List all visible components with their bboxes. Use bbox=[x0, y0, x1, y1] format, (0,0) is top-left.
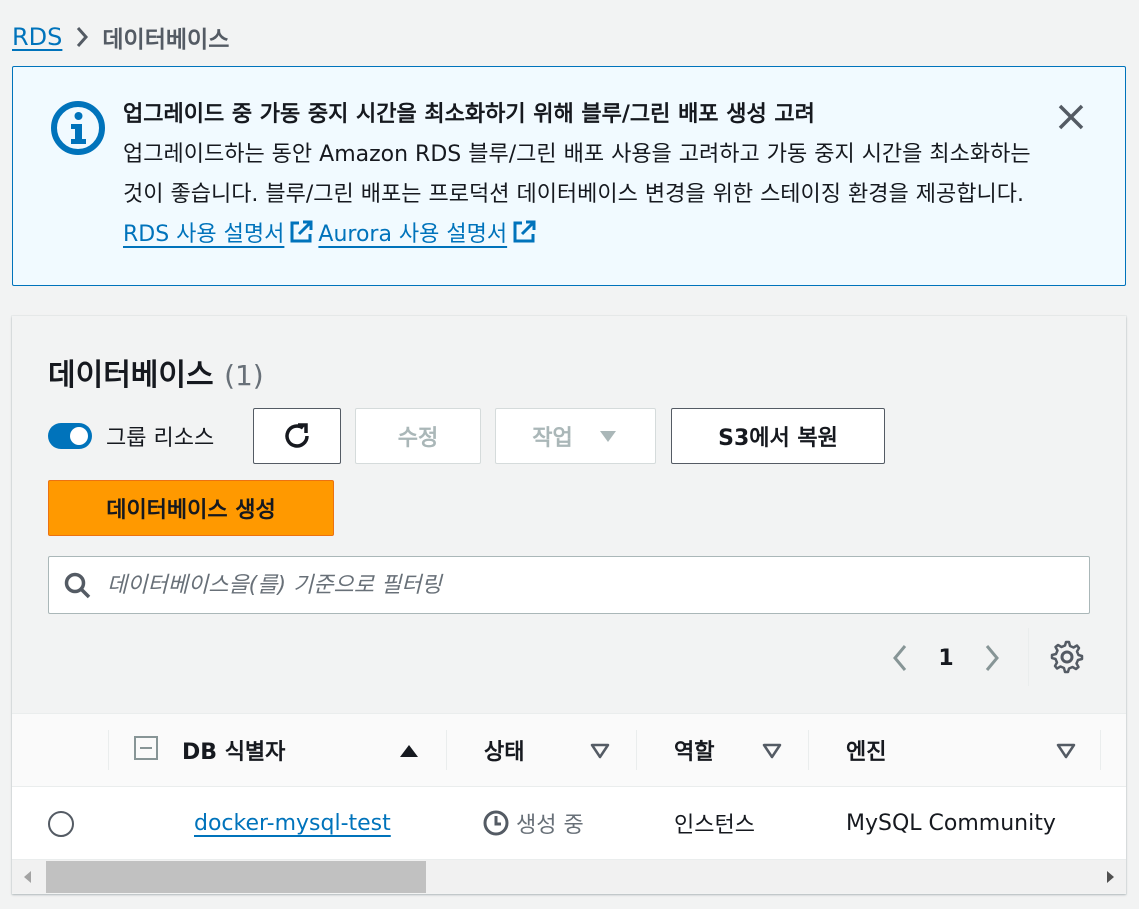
column-divider bbox=[636, 730, 637, 770]
create-database-label: 데이터베이스 생성 bbox=[106, 498, 276, 523]
column-divider bbox=[446, 730, 447, 770]
panel-title: 데이터베이스 (1) bbox=[48, 350, 264, 394]
next-page-button[interactable] bbox=[974, 638, 1010, 678]
aurora-user-guide-link[interactable]: Aurora 사용 설명서 bbox=[318, 222, 507, 247]
pagination: 1 bbox=[882, 638, 1010, 678]
table-header: DB 식별자 상태 역할 엔진 bbox=[12, 713, 1126, 787]
sort-ascending-icon[interactable] bbox=[398, 740, 420, 762]
refresh-button[interactable] bbox=[253, 408, 341, 464]
db-identifier-link[interactable]: docker-mysql-test bbox=[194, 811, 391, 836]
external-link-icon bbox=[513, 220, 536, 243]
column-divider bbox=[108, 730, 109, 770]
scroll-left-icon[interactable] bbox=[20, 868, 36, 886]
status-text: 생성 중 bbox=[516, 813, 584, 838]
filter-input[interactable] bbox=[107, 557, 1067, 613]
sort-icon[interactable] bbox=[1055, 740, 1077, 762]
toolbar: 그룹 리소스 수정 작업 S3에서 복원 bbox=[48, 408, 885, 464]
actions-dropdown[interactable]: 작업 bbox=[495, 408, 656, 464]
actions-label: 작업 bbox=[532, 426, 573, 451]
info-alert: 업그레이드 중 가동 중지 시간을 최소화하기 위해 블루/그린 배포 생성 고… bbox=[12, 66, 1126, 286]
status-cell: 생성 중 bbox=[482, 787, 584, 859]
column-divider bbox=[1100, 730, 1101, 770]
close-icon[interactable] bbox=[1055, 101, 1087, 133]
panel-title-text: 데이터베이스 bbox=[48, 358, 214, 393]
edit-button-label: 수정 bbox=[397, 426, 439, 451]
previous-page-button[interactable] bbox=[882, 638, 918, 678]
pending-clock-icon bbox=[483, 810, 509, 836]
horizontal-scrollbar[interactable] bbox=[12, 859, 1126, 893]
chevron-right-icon bbox=[62, 22, 102, 52]
column-divider bbox=[808, 730, 809, 770]
info-icon bbox=[51, 101, 105, 155]
alert-body-text: 업그레이드하는 동안 Amazon RDS 블루/그린 배포 사용을 고려하고 … bbox=[123, 142, 1031, 207]
breadcrumb-rds-link[interactable]: RDS bbox=[12, 23, 62, 51]
gear-icon[interactable] bbox=[1050, 640, 1084, 674]
rds-user-guide-link[interactable]: RDS 사용 설명서 bbox=[123, 222, 284, 247]
row-select-radio[interactable] bbox=[48, 811, 74, 837]
group-resources-toggle[interactable] bbox=[48, 423, 92, 449]
chevron-right-icon bbox=[985, 645, 999, 671]
column-role[interactable]: 역할 bbox=[674, 714, 714, 786]
databases-panel: 데이터베이스 (1) 그룹 리소스 수정 작업 S3에서 복원 데이터베이스 생… bbox=[12, 316, 1126, 894]
search-icon bbox=[64, 572, 91, 599]
database-count: (1) bbox=[224, 359, 264, 392]
edit-button[interactable]: 수정 bbox=[355, 408, 481, 464]
breadcrumb-current: 데이터베이스 bbox=[102, 27, 230, 53]
chevron-left-icon bbox=[893, 645, 907, 671]
sort-icon[interactable] bbox=[589, 740, 611, 762]
external-link-icon bbox=[290, 220, 313, 243]
column-db-identifier[interactable]: DB 식별자 bbox=[182, 714, 285, 786]
engine-text: MySQL Community bbox=[846, 810, 1056, 836]
role-text: 인스턴스 bbox=[674, 813, 755, 838]
breadcrumb: RDS 데이터베이스 bbox=[12, 22, 230, 53]
alert-text: 업그레이드하는 동안 Amazon RDS 블루/그린 배포 사용을 고려하고 … bbox=[123, 135, 1043, 255]
caret-down-icon bbox=[599, 431, 616, 442]
pager-divider bbox=[1028, 628, 1029, 686]
page-number[interactable]: 1 bbox=[918, 646, 974, 671]
scrollbar-thumb[interactable] bbox=[46, 861, 426, 893]
refresh-icon bbox=[285, 423, 309, 448]
sort-icon[interactable] bbox=[761, 740, 783, 762]
collapse-all-icon[interactable] bbox=[134, 736, 158, 760]
scroll-right-icon[interactable] bbox=[1102, 868, 1118, 886]
table-row: docker-mysql-test 생성 중 인스턴스 MySQL Commun… bbox=[12, 787, 1126, 859]
restore-label: S3에서 복원 bbox=[718, 426, 838, 451]
column-status[interactable]: 상태 bbox=[484, 714, 524, 786]
create-database-button[interactable]: 데이터베이스 생성 bbox=[48, 480, 334, 536]
column-engine[interactable]: 엔진 bbox=[846, 714, 886, 786]
alert-title: 업그레이드 중 가동 중지 시간을 최소화하기 위해 블루/그린 배포 생성 고… bbox=[123, 102, 815, 127]
group-resources-label: 그룹 리소스 bbox=[106, 426, 215, 451]
filter-search bbox=[48, 556, 1090, 614]
restore-from-s3-button[interactable]: S3에서 복원 bbox=[671, 408, 885, 464]
